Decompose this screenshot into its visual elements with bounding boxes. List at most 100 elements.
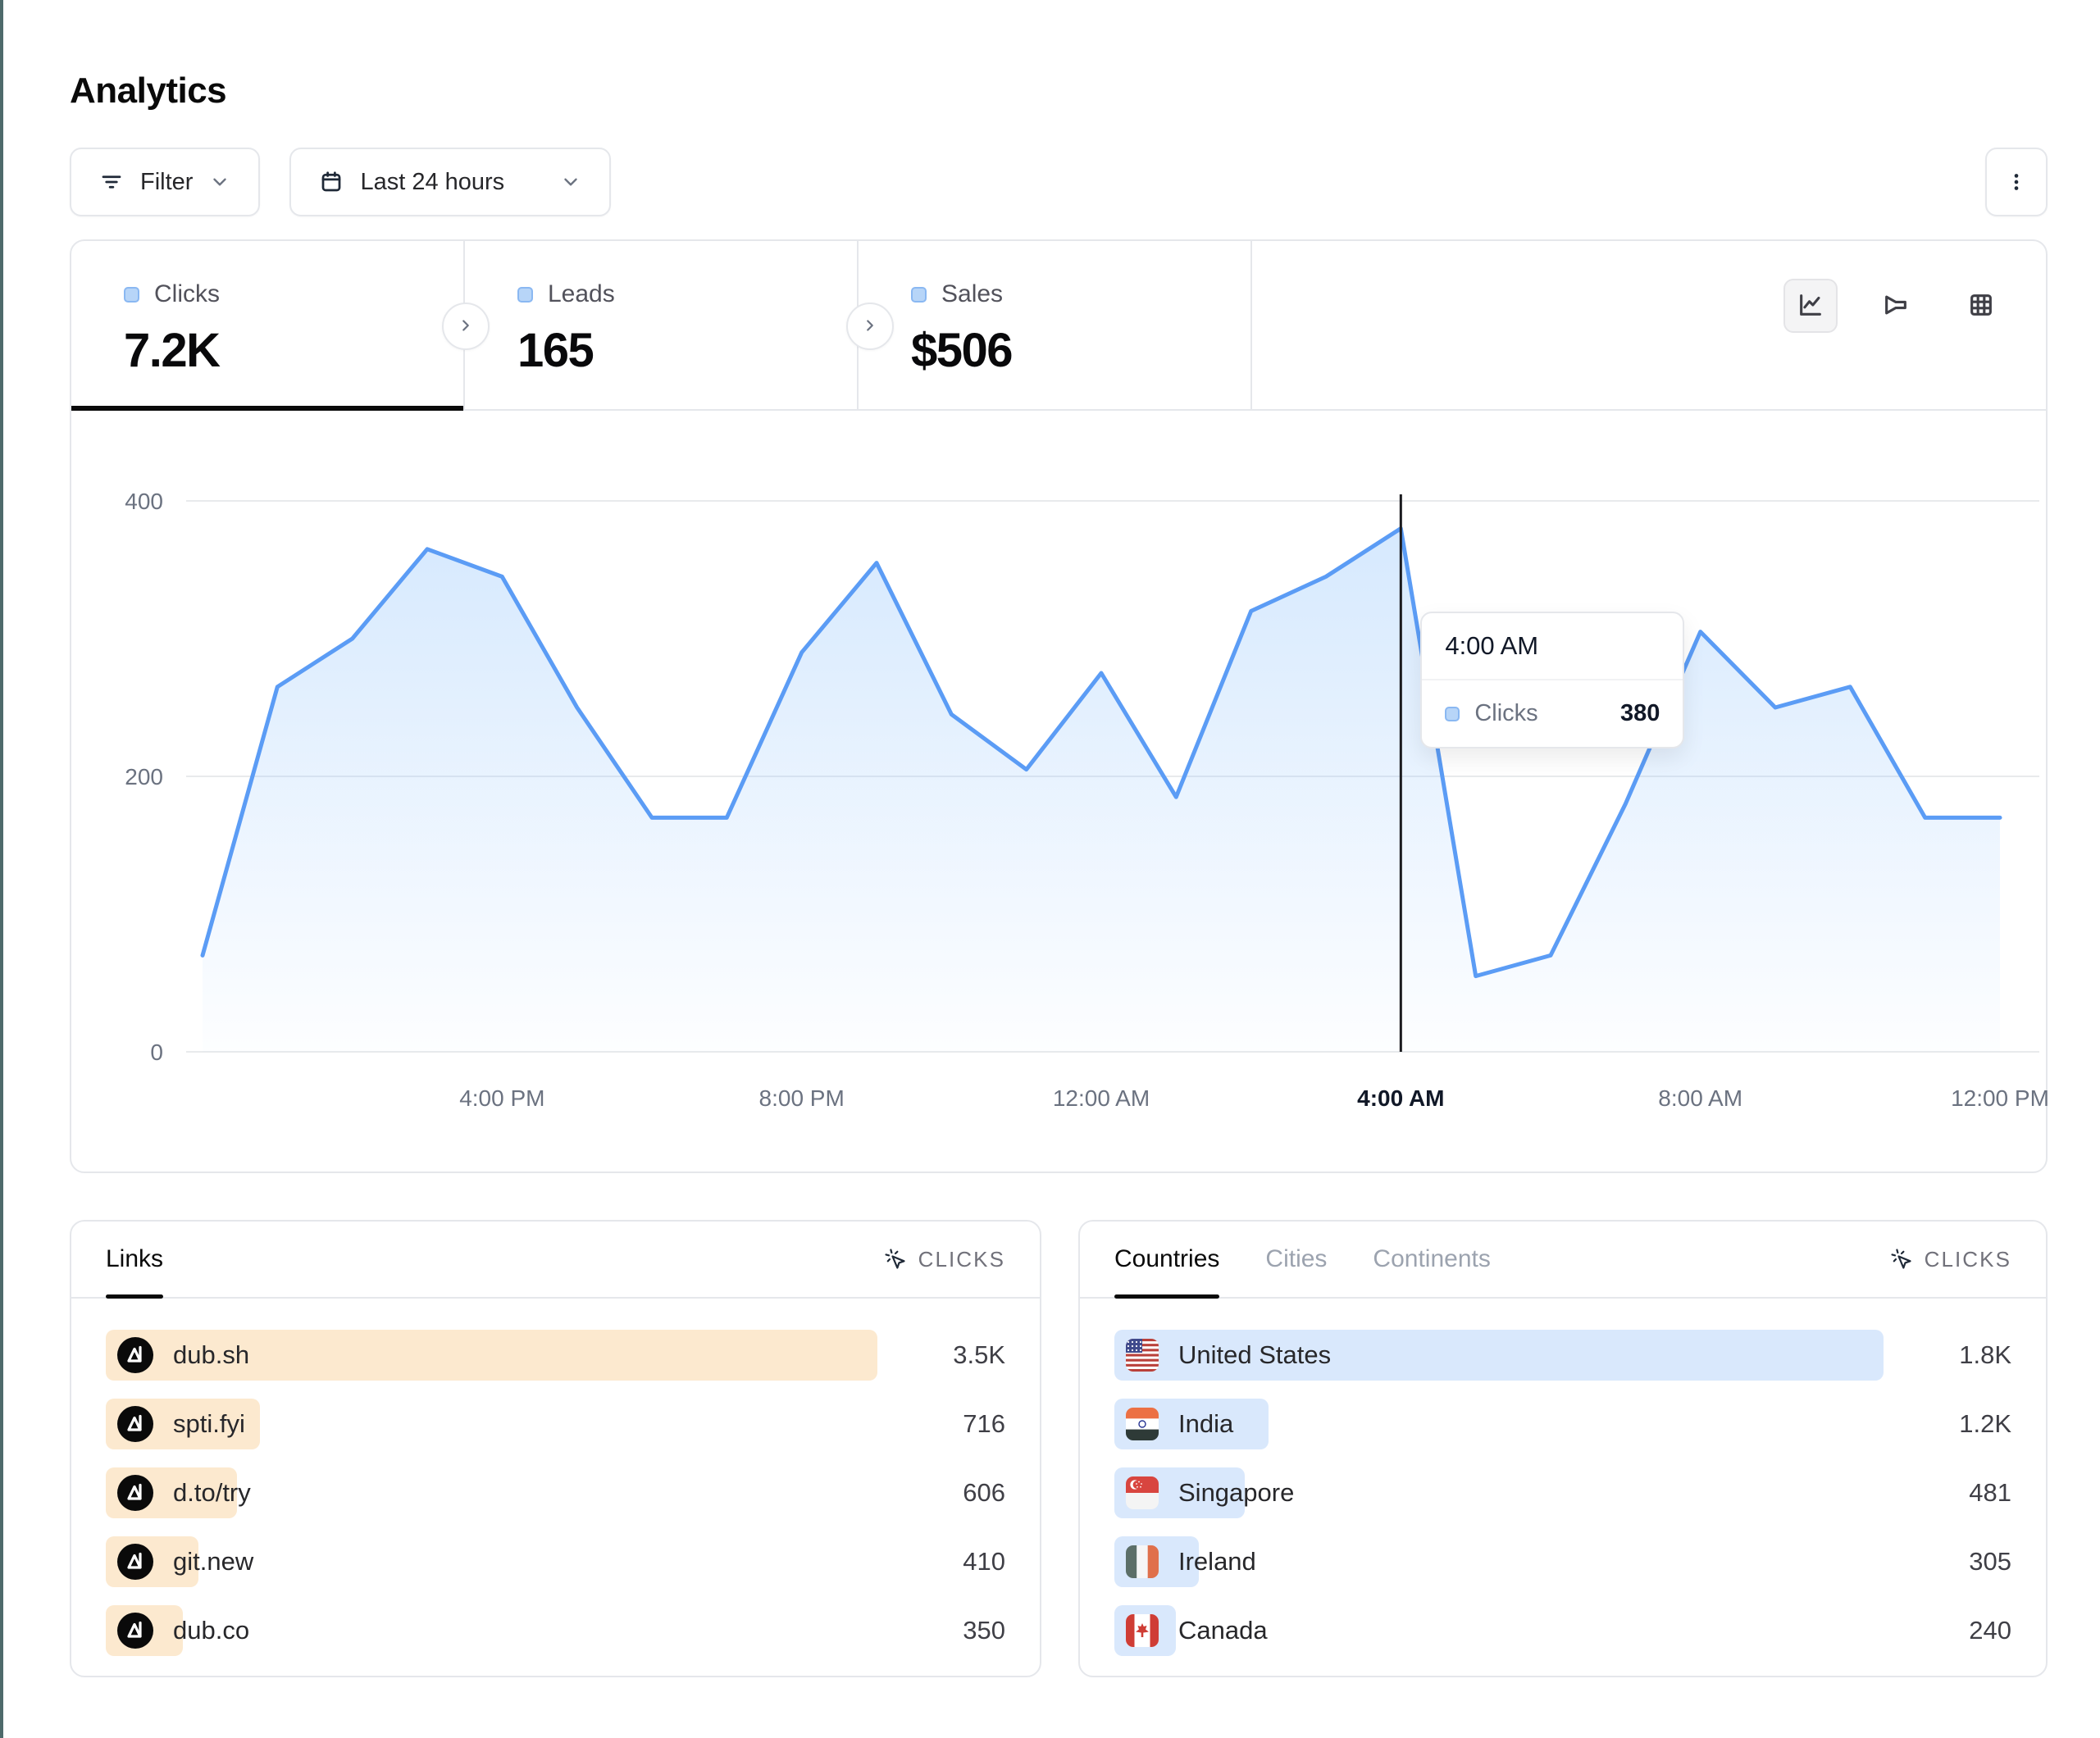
list-item[interactable]: Canada240 <box>1114 1605 2011 1656</box>
list-item[interactable]: d.to/try 606 <box>106 1467 1005 1518</box>
date-range-button[interactable]: Last 24 hours <box>289 148 611 216</box>
tooltip-series-label: Clicks <box>1474 700 1537 727</box>
svg-text:8:00 AM: 8:00 AM <box>1658 1085 1742 1111</box>
list-item[interactable]: United States 1.8K <box>1114 1330 2011 1381</box>
list-item[interactable]: git.new 410 <box>106 1536 1005 1587</box>
countries-panel-tabs: Countries Cities Continents <box>1114 1222 1491 1297</box>
stat-value: $506 <box>911 323 1250 378</box>
tooltip-time: 4:00 AM <box>1422 613 1683 680</box>
svg-text:400: 400 <box>125 489 163 514</box>
chart-tooltip: 4:00 AM Clicks 380 <box>1420 612 1684 748</box>
sales-legend-swatch <box>911 287 927 303</box>
metric-label: CLICKS <box>1925 1247 2011 1272</box>
stat-next-button[interactable] <box>442 303 490 350</box>
stat-value: 165 <box>517 323 857 378</box>
funnel-chart-view-button[interactable] <box>1869 279 1923 333</box>
list-item-value: 1.2K <box>1905 1409 2011 1439</box>
tab-links[interactable]: Links <box>106 1222 163 1297</box>
overflow-menu-button[interactable] <box>1985 148 2048 216</box>
list-item-value: 606 <box>899 1478 1005 1508</box>
tab-countries[interactable]: Countries <box>1114 1222 1219 1297</box>
metric-label: CLICKS <box>918 1247 1005 1272</box>
svg-text:4:00 PM: 4:00 PM <box>459 1085 544 1111</box>
links-metric-selector[interactable]: CLICKS <box>884 1222 1005 1297</box>
flag-us-icon <box>1126 1339 1159 1372</box>
list-item-value: 350 <box>899 1616 1005 1645</box>
tab-sales[interactable]: Sales $506 <box>859 241 1252 409</box>
clicks-legend-swatch <box>124 287 139 303</box>
pointer-click-icon <box>884 1248 907 1271</box>
list-item-label: dub.sh <box>173 1340 249 1370</box>
dub-logo-icon <box>117 1544 153 1580</box>
chevron-down-icon <box>560 171 581 193</box>
links-list: dub.sh 3.5K spti.fyi 716 d.to/try 606 git.new 4… <box>71 1299 1040 1656</box>
list-item-label: United States <box>1178 1340 1331 1370</box>
countries-metric-selector[interactable]: CLICKS <box>1890 1222 2011 1297</box>
list-item-label: git.new <box>173 1547 253 1576</box>
list-item-label: Canada <box>1178 1616 1268 1645</box>
line-chart-view-button[interactable] <box>1783 279 1838 333</box>
tab-cities[interactable]: Cities <box>1265 1222 1327 1297</box>
stat-label: Clicks <box>154 280 220 308</box>
list-item[interactable]: Singapore481 <box>1114 1467 2011 1518</box>
list-item[interactable]: spti.fyi 716 <box>106 1399 1005 1449</box>
list-item-label: Ireland <box>1178 1547 1256 1576</box>
flag-india-icon <box>1126 1408 1159 1440</box>
tab-clicks[interactable]: Clicks 7.2K <box>71 241 465 409</box>
pointer-click-icon <box>1890 1248 1913 1271</box>
chart-canvas[interactable]: 0 200 400 4:00 PM 8:00 PM 12:00 AM 4:00 AM 8:00… <box>71 411 2049 1173</box>
svg-text:12:00 PM: 12:00 PM <box>1951 1085 2049 1111</box>
leads-legend-swatch <box>517 287 533 303</box>
date-range-label: Last 24 hours <box>360 169 504 196</box>
chevron-right-icon <box>457 316 475 337</box>
chart-view-switcher <box>1783 279 2008 333</box>
list-item[interactable]: dub.sh 3.5K <box>106 1330 1005 1381</box>
list-item-value: 410 <box>899 1547 1005 1576</box>
tooltip-value: 380 <box>1555 700 1660 727</box>
tab-continents[interactable]: Continents <box>1373 1222 1490 1297</box>
filter-button-label: Filter <box>140 169 193 196</box>
filter-bars-icon <box>99 170 124 194</box>
list-item-value: 481 <box>1905 1478 2011 1508</box>
svg-text:0: 0 <box>150 1040 163 1065</box>
analytics-page: Analytics Filter Last 24 hours <box>70 0 2048 1677</box>
table-view-button[interactable] <box>1954 279 2008 333</box>
tab-leads[interactable]: Leads 165 <box>465 241 859 409</box>
list-item[interactable]: Ireland305 <box>1114 1536 2011 1587</box>
stats-tabs: Clicks 7.2K Leads 165 <box>71 241 2046 411</box>
list-item-label: spti.fyi <box>173 1409 245 1439</box>
filter-button[interactable]: Filter <box>70 148 260 216</box>
line-chart-icon <box>1797 291 1824 321</box>
svg-text:8:00 PM: 8:00 PM <box>759 1085 845 1111</box>
analytics-card: Clicks 7.2K Leads 165 <box>70 239 2048 1173</box>
countries-panel: Countries Cities Continents CLICKS United … <box>1078 1220 2048 1677</box>
list-item[interactable]: India 1.2K <box>1114 1399 2011 1449</box>
links-panel: Links CLICKS dub.sh 3.5K spti.fyi 716 d.to/t… <box>70 1220 1041 1677</box>
clicks-legend-swatch <box>1445 707 1460 721</box>
flag-singapore-icon <box>1126 1476 1159 1509</box>
svg-text:4:00 AM: 4:00 AM <box>1357 1085 1444 1111</box>
toolbar: Filter Last 24 hours <box>70 148 2048 216</box>
list-item-label: India <box>1178 1409 1233 1439</box>
page-edge-accent <box>0 0 3 1738</box>
links-panel-tabs: Links <box>106 1222 163 1297</box>
flag-ireland-icon <box>1126 1545 1159 1578</box>
dub-logo-icon <box>117 1406 153 1442</box>
chevron-down-icon <box>209 171 230 193</box>
list-item-value: 716 <box>899 1409 1005 1439</box>
list-item[interactable]: dub.co 350 <box>106 1605 1005 1656</box>
list-item-value: 3.5K <box>899 1340 1005 1370</box>
breakdown-panels: Links CLICKS dub.sh 3.5K spti.fyi 716 d.to/t… <box>70 1220 2048 1677</box>
svg-text:200: 200 <box>125 764 163 789</box>
list-item-value: 1.8K <box>1905 1340 2011 1370</box>
page-title: Analytics <box>70 71 2048 111</box>
dub-logo-icon <box>117 1613 153 1649</box>
list-item-label: dub.co <box>173 1616 249 1645</box>
svg-text:12:00 AM: 12:00 AM <box>1053 1085 1150 1111</box>
stat-label: Sales <box>941 280 1003 308</box>
countries-list: United States 1.8K India 1.2K Singapore481 Ir… <box>1080 1299 2046 1656</box>
calendar-icon <box>319 170 344 194</box>
list-item-label: d.to/try <box>173 1478 251 1508</box>
kebab-menu-icon <box>2005 171 2028 193</box>
stat-next-button[interactable] <box>846 303 894 350</box>
